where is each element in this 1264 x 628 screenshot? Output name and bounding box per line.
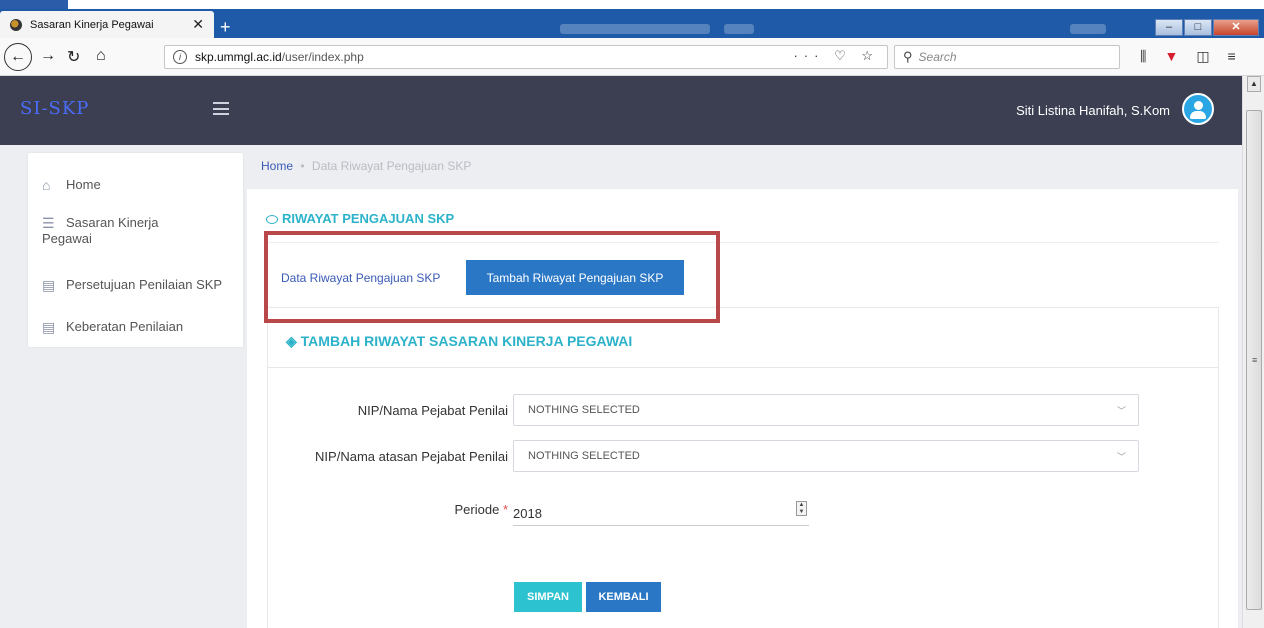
breadcrumb: Home • Data Riwayat Pengajuan SKP bbox=[261, 159, 471, 173]
periode-label: Periode * bbox=[268, 502, 509, 517]
list-icon: ☰ bbox=[42, 215, 55, 231]
maximize-icon[interactable]: □ bbox=[1184, 19, 1212, 36]
minimize-icon[interactable]: – bbox=[1155, 19, 1183, 36]
atasan-label: NIP/Nama atasan Pejabat Penilai bbox=[315, 449, 508, 464]
required-marker: * bbox=[502, 502, 508, 517]
sidebar: ⌂ Home ☰ Sasaran Kinerja Pegawai ‹ ▤ Per… bbox=[28, 153, 347, 347]
url-path: /user/index.php bbox=[281, 50, 364, 64]
periode-input[interactable]: 2018 ▲ ▼ bbox=[513, 501, 809, 526]
top-strip bbox=[0, 0, 1264, 9]
breadcrumb-separator: • bbox=[300, 159, 305, 173]
url-bar[interactable]: i skp.ummgl.ac.id /user/index.php ··· ♡ … bbox=[164, 45, 888, 69]
card-title-text: RIWAYAT PENGAJUAN SKP bbox=[282, 211, 455, 226]
sidebar-item-label: Keberatan Penilaian bbox=[66, 319, 184, 334]
home-icon[interactable]: ⌂ bbox=[96, 47, 106, 65]
app-header: SI-SKP Siti Listina Hanifah, S.Kom bbox=[0, 76, 1242, 145]
periode-label-text: Periode bbox=[454, 502, 500, 517]
site-favicon-icon bbox=[10, 18, 22, 31]
chevron-down-icon: ﹀ bbox=[1116, 451, 1126, 462]
sidebar-toggle-icon[interactable]: ◫ bbox=[1196, 48, 1209, 65]
sidebar-item-home[interactable]: ⌂ Home bbox=[42, 177, 101, 193]
breadcrumb-home[interactable]: Home bbox=[261, 159, 293, 173]
back-arrow-icon[interactable]: ← bbox=[4, 43, 32, 71]
reload-icon[interactable]: ↻ bbox=[67, 47, 80, 67]
sidebar-item-keberatan[interactable]: ▤ Keberatan Penilaian bbox=[42, 319, 183, 336]
shield-icon[interactable]: ▼ bbox=[1164, 48, 1178, 65]
book-icon: ▤ bbox=[42, 277, 56, 293]
home-outline-icon: ⌂ bbox=[42, 177, 51, 193]
search-placeholder: Search bbox=[918, 50, 957, 64]
url-domain: skp.ummgl.ac.id bbox=[195, 50, 282, 64]
blurred-window-title bbox=[560, 24, 710, 34]
user-avatar-icon[interactable] bbox=[1182, 93, 1214, 125]
close-window-icon[interactable]: ✕ bbox=[1213, 19, 1259, 36]
back-button[interactable]: KEMBALI bbox=[586, 582, 661, 612]
browser-tab[interactable]: Sasaran Kinerja Pegawai ✕ bbox=[0, 11, 214, 38]
search-input[interactable]: ⚲ Search bbox=[894, 45, 1120, 69]
scroll-up-icon[interactable]: ▲ bbox=[1247, 76, 1261, 92]
browser-tab-bar: Sasaran Kinerja Pegawai ✕ + – □ ✕ bbox=[0, 9, 1264, 38]
book-icon: ▤ bbox=[42, 319, 56, 335]
form-panel: ◈ TAMBAH RIWAYAT SASARAN KINERJA PEGAWAI… bbox=[267, 307, 1219, 628]
sidebar-item-persetujuan[interactable]: ▤ Persetujuan Penilaian SKP bbox=[42, 277, 222, 294]
sidebar-item-label: Sasaran Kinerja bbox=[66, 215, 159, 230]
pejabat-select-value: NOTHING SELECTED bbox=[528, 404, 640, 416]
page-actions-icons[interactable]: ··· ♡ ☆ bbox=[793, 48, 879, 64]
save-button[interactable]: SIMPAN bbox=[514, 582, 582, 612]
chevron-down-icon: ﹀ bbox=[1116, 405, 1126, 416]
breadcrumb-current: Data Riwayat Pengajuan SKP bbox=[311, 159, 472, 173]
periode-value: 2018 bbox=[513, 506, 542, 521]
pejabat-label: NIP/Nama Pejabat Penilai bbox=[357, 403, 508, 418]
form-title: ◈ TAMBAH RIWAYAT SASARAN KINERJA PEGAWAI bbox=[286, 333, 632, 350]
blurred-window-title bbox=[724, 24, 754, 34]
app-brand[interactable]: SI-SKP bbox=[20, 98, 89, 119]
highlight-annotation-box bbox=[264, 231, 720, 323]
info-icon[interactable]: i bbox=[173, 50, 187, 64]
browser-nav-bar: ← → ↻ ⌂ i skp.ummgl.ac.id /user/index.ph… bbox=[0, 38, 1264, 76]
search-icon: ⚲ bbox=[903, 49, 913, 64]
close-tab-icon[interactable]: ✕ bbox=[192, 16, 204, 33]
vertical-scrollbar[interactable]: ▲ ≡ bbox=[1242, 76, 1264, 628]
page-content: ⌂ Home ☰ Sasaran Kinerja Pegawai ‹ ▤ Per… bbox=[0, 145, 1242, 628]
window-controls: – □ ✕ bbox=[1154, 19, 1259, 36]
riwayat-card: RIWAYAT PENGAJUAN SKP Data Riwayat Penga… bbox=[247, 189, 1238, 628]
sidebar-item-label: Pegawai bbox=[42, 231, 92, 246]
card-title: RIWAYAT PENGAJUAN SKP bbox=[266, 211, 454, 226]
hamburger-menu-icon[interactable] bbox=[213, 102, 229, 115]
toolbar-icons: ⫼ ▼ ◫ ≡ bbox=[1140, 48, 1236, 65]
user-name[interactable]: Siti Listina Hanifah, S.Kom bbox=[1016, 103, 1170, 118]
sidebar-item-label: Home bbox=[66, 177, 101, 192]
form-title-text: TAMBAH RIWAYAT SASARAN KINERJA PEGAWAI bbox=[300, 333, 633, 349]
scrollbar-thumb[interactable]: ≡ bbox=[1246, 110, 1262, 610]
library-icon[interactable]: ⫼ bbox=[1140, 48, 1146, 65]
divider bbox=[268, 367, 1218, 368]
number-spinner-icon[interactable]: ▲ ▼ bbox=[796, 501, 807, 516]
comment-icon bbox=[266, 215, 278, 224]
sidebar-item-label: Persetujuan Penilaian SKP bbox=[66, 277, 223, 292]
pejabat-select[interactable]: NOTHING SELECTED ﹀ bbox=[513, 394, 1139, 426]
atasan-select-value: NOTHING SELECTED bbox=[528, 450, 640, 462]
atasan-select[interactable]: NOTHING SELECTED ﹀ bbox=[513, 440, 1139, 472]
layers-icon: ◈ bbox=[286, 333, 297, 349]
new-tab-button[interactable]: + bbox=[220, 18, 231, 36]
sidebar-item-sasaran[interactable]: ☰ Sasaran Kinerja Pegawai ‹ bbox=[42, 215, 347, 247]
blurred-window-title bbox=[1070, 24, 1106, 34]
forward-arrow-icon[interactable]: → bbox=[40, 47, 56, 65]
tab-title: Sasaran Kinerja Pegawai bbox=[30, 18, 154, 31]
menu-icon[interactable]: ≡ bbox=[1228, 48, 1236, 65]
screen: Sasaran Kinerja Pegawai ✕ + – □ ✕ ← → ↻ … bbox=[0, 0, 1264, 628]
